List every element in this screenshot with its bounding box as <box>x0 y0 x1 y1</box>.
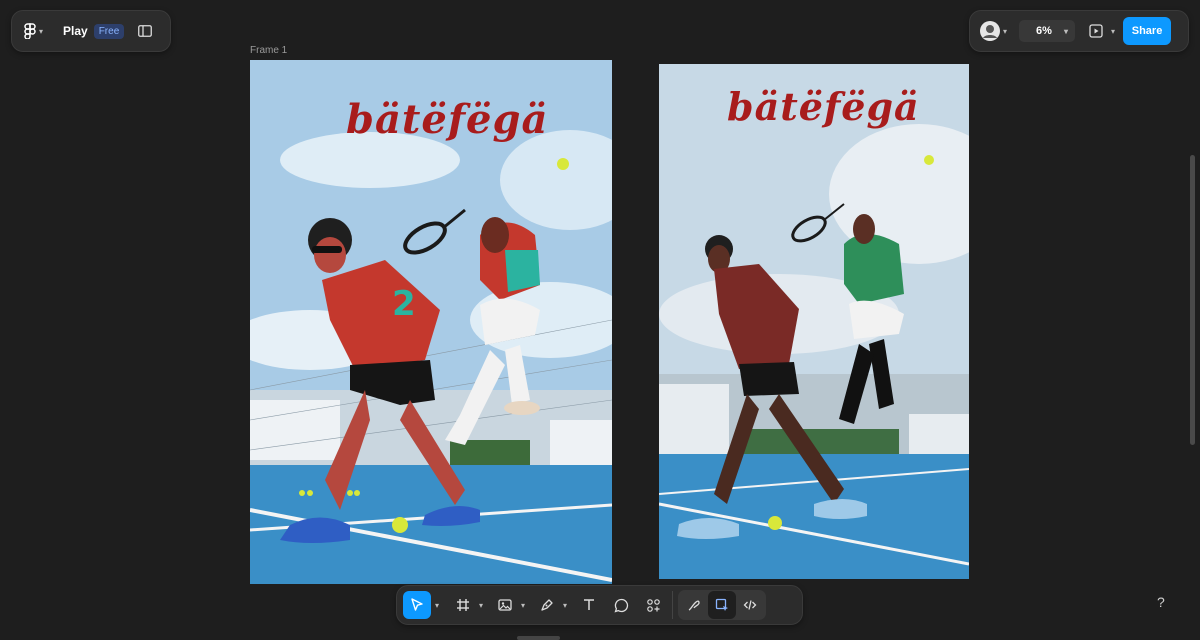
file-name[interactable]: Play <box>63 24 88 38</box>
frame-illustration[interactable]: 2 bätëfëgä <box>250 60 612 584</box>
hash-frame-icon <box>457 599 470 611</box>
help-button[interactable]: ? <box>1157 594 1165 610</box>
top-right-toolbar: ▾ 6% ▾ ▾ Share <box>969 10 1189 52</box>
mode-switcher <box>678 590 767 620</box>
zoom-value: 6% <box>1036 25 1052 37</box>
share-button[interactable]: Share <box>1123 17 1172 45</box>
design-mode-button[interactable] <box>708 591 737 619</box>
avatar <box>980 21 1000 41</box>
text-icon <box>584 599 595 610</box>
user-menu-button[interactable]: ▾ <box>980 21 1007 41</box>
sidebar-icon <box>138 25 153 37</box>
bottom-toolbar: ▾ ▾ ▾ ▾ <box>396 585 803 625</box>
chevron-down-icon: ▾ <box>1003 26 1008 36</box>
plan-badge[interactable]: Free <box>93 23 125 39</box>
main-menu-button[interactable]: ▾ <box>24 23 43 39</box>
chevron-down-icon[interactable]: ▾ <box>479 601 483 610</box>
draw-icon <box>688 600 700 611</box>
actions-button[interactable] <box>639 591 667 619</box>
play-icon <box>1089 24 1103 38</box>
chevron-down-icon: ▾ <box>1111 26 1116 36</box>
present-button[interactable]: ▾ <box>1089 24 1115 38</box>
jersey-number: 2 <box>392 284 416 324</box>
chevron-down-icon[interactable]: ▾ <box>563 601 567 610</box>
pen-icon <box>541 599 553 611</box>
frame-photo[interactable]: bätëfëgä <box>659 64 969 579</box>
design-mode-icon <box>715 598 729 611</box>
zoom-dropdown[interactable]: 6% ▾ <box>1019 20 1076 42</box>
comment-tool-button[interactable] <box>607 591 635 619</box>
frame-tool-button[interactable] <box>449 591 477 619</box>
horizontal-scrollbar[interactable] <box>517 636 560 640</box>
image-icon <box>498 599 512 611</box>
image-tool-button[interactable] <box>491 591 519 619</box>
dev-mode-button[interactable] <box>736 591 764 619</box>
frame-label[interactable]: Frame 1 <box>250 45 287 56</box>
move-tool-button[interactable] <box>403 591 431 619</box>
tennis-photo <box>659 64 969 579</box>
toolbar-divider <box>672 591 674 619</box>
chevron-down-icon[interactable]: ▾ <box>435 601 439 610</box>
text-tool-button[interactable] <box>575 591 603 619</box>
chevron-down-icon: ▾ <box>1063 26 1068 36</box>
brand-wordmark: bätëfëgä <box>346 96 549 143</box>
toggle-sidebar-button[interactable] <box>138 25 153 37</box>
cursor-arrow-icon <box>411 598 423 611</box>
chevron-down-icon[interactable]: ▾ <box>521 601 525 610</box>
top-left-toolbar: ▾ Play Free <box>11 10 171 52</box>
comment-icon <box>614 598 628 613</box>
code-icon <box>743 600 757 610</box>
draw-mode-button[interactable] <box>680 591 708 619</box>
figma-logo-icon <box>24 23 36 39</box>
pen-tool-button[interactable] <box>533 591 561 619</box>
vertical-scrollbar[interactable] <box>1190 155 1195 445</box>
brand-wordmark: bätëfëgä <box>727 84 920 129</box>
actions-grid-icon <box>646 598 660 612</box>
chevron-down-icon: ▾ <box>39 26 44 36</box>
